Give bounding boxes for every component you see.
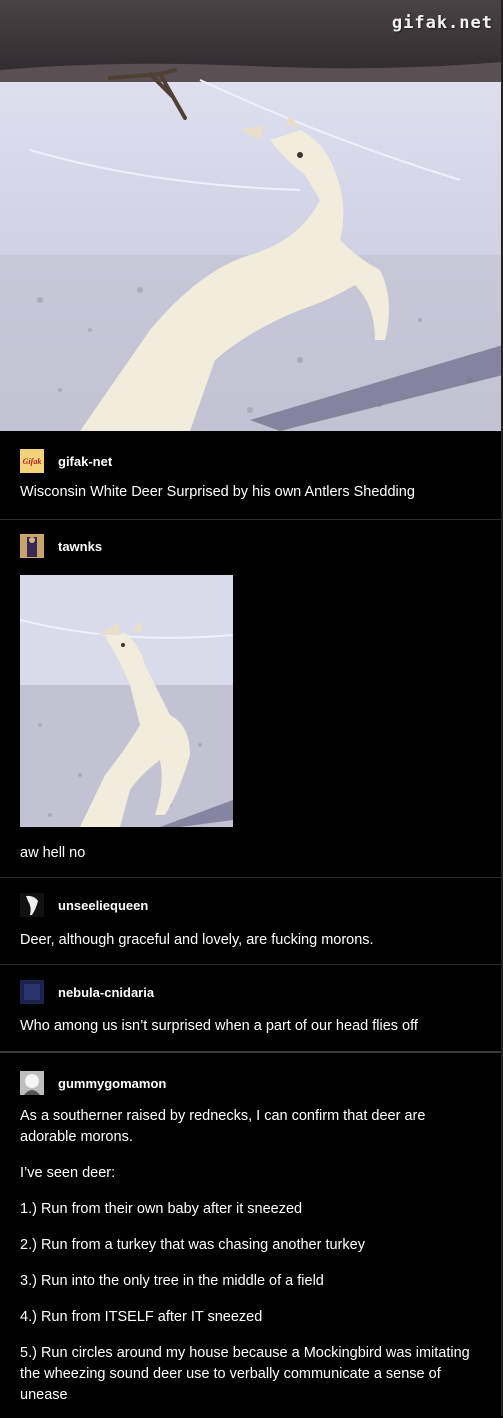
post-nebula-cnidaria: nebula-cnidaria Who among us isn’t surpr… xyxy=(0,964,501,1052)
post-gifak-net: Gifak gifak-net Wisconsin White Deer Sur… xyxy=(0,431,501,519)
watermark-text: gifak.net xyxy=(391,13,493,33)
avatar[interactable] xyxy=(20,1071,44,1095)
username[interactable]: gummygomamon xyxy=(58,1076,166,1091)
avatar-logo-text: Gifak xyxy=(22,456,42,466)
post-header: tawnks xyxy=(20,534,102,558)
paragraph: I’ve seen deer: xyxy=(20,1165,116,1181)
post-header: Gifak gifak-net xyxy=(20,449,112,473)
avatar-image xyxy=(20,893,44,917)
reblog-deer-image[interactable] xyxy=(20,575,233,827)
list-item: 4.) Run from ITSELF after IT sneezed xyxy=(20,1309,263,1325)
username[interactable]: nebula-cnidaria xyxy=(58,985,154,1000)
post-header: gummygomamon xyxy=(20,1071,166,1095)
list-item: 1.) Run from their own baby after it sne… xyxy=(20,1201,303,1217)
list-item: 2.) Run from a turkey that was chasing a… xyxy=(20,1237,365,1253)
deer-gif-image[interactable]: gifak.net xyxy=(0,0,503,431)
post-text: Deer, although graceful and lovely, are … xyxy=(20,932,374,948)
deer-closeup-illustration xyxy=(20,575,233,827)
avatar[interactable] xyxy=(20,980,44,1004)
list-item: 5.) Run circles around my house because … xyxy=(20,1345,470,1403)
avatar[interactable] xyxy=(20,893,44,917)
avatar[interactable] xyxy=(20,534,44,558)
post-tawnks: tawnks aw hell no xyxy=(0,519,501,878)
username[interactable]: unseeliequeen xyxy=(58,898,148,913)
post-unseeliequeen: unseeliequeen Deer, although graceful an… xyxy=(0,877,501,965)
avatar-image xyxy=(20,534,44,558)
post-text: aw hell no xyxy=(20,845,86,861)
post-text: Who among us isn’t surprised when a part… xyxy=(20,1018,418,1034)
avatar[interactable]: Gifak xyxy=(20,449,44,473)
avatar-image xyxy=(20,980,44,1004)
deer-scene-illustration xyxy=(0,0,503,431)
paragraph: As a southerner raised by rednecks, I ca… xyxy=(20,1108,426,1145)
username[interactable]: tawnks xyxy=(58,539,102,554)
post-text: Wisconsin White Deer Surprised by his ow… xyxy=(20,484,415,500)
post-header: nebula-cnidaria xyxy=(20,980,154,1004)
post-gummygomamon: gummygomamon As a southerner raised by r… xyxy=(0,1051,501,1418)
username[interactable]: gifak-net xyxy=(58,454,112,469)
post-body: As a southerner raised by rednecks, I ca… xyxy=(20,1106,485,1406)
post-header: unseeliequeen xyxy=(20,893,148,917)
list-item: 3.) Run into the only tree in the middle… xyxy=(20,1273,324,1289)
avatar-image xyxy=(20,1071,44,1095)
